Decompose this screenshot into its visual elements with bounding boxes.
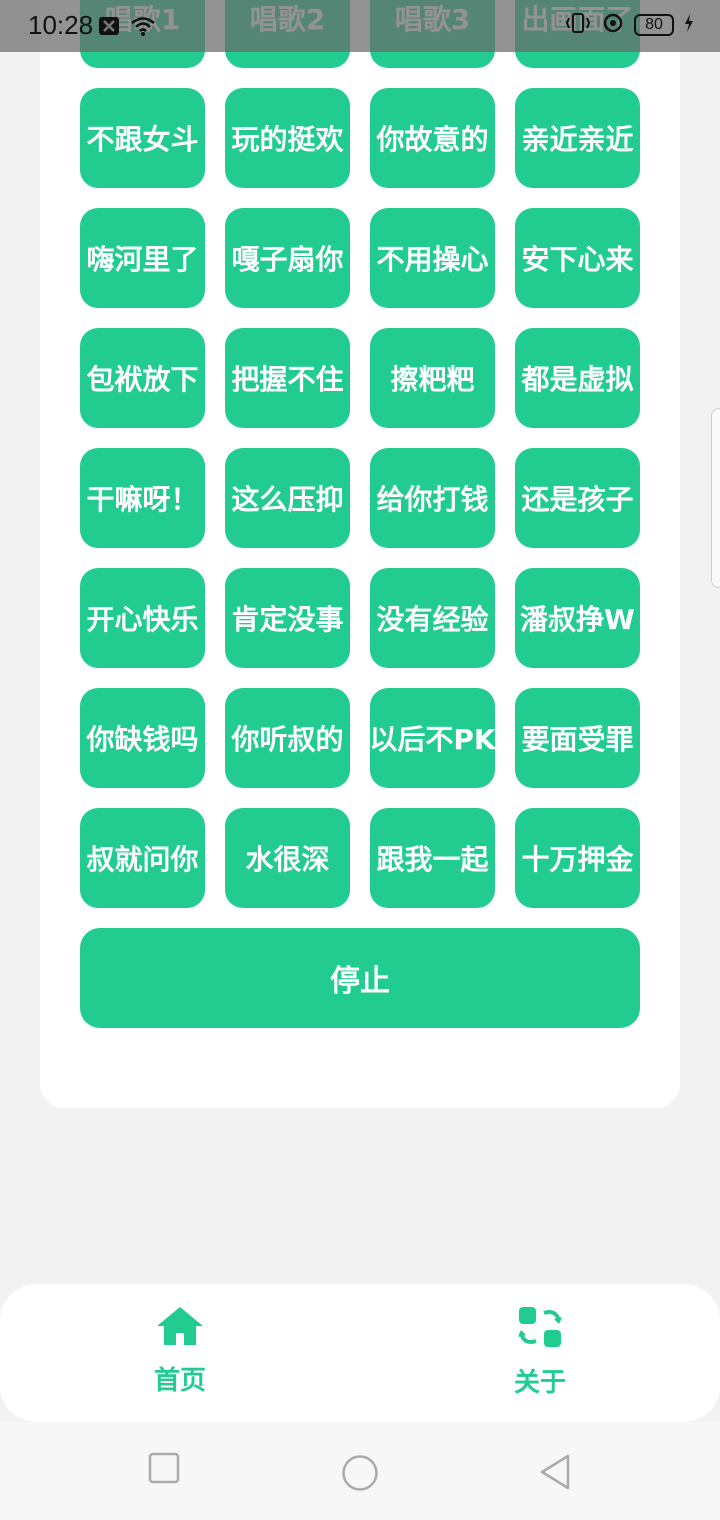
sound-button[interactable]: 水很深 [225,808,350,908]
sound-button[interactable]: 你听叔的 [225,688,350,788]
sound-button[interactable]: 不跟女斗 [80,88,205,188]
sync-icon [602,12,624,38]
sound-button[interactable]: 把握不住 [225,328,350,428]
sound-button[interactable]: 亲近亲近 [515,88,640,188]
nav-about-label: 关于 [513,1368,566,1398]
sound-button[interactable]: 嗨河里了 [80,208,205,308]
home-circle-icon[interactable] [341,1454,379,1496]
nav-home[interactable]: 首页 [120,1304,240,1404]
sound-button[interactable]: 给你打钱 [370,448,495,548]
status-bar: 10:28 80 [0,0,720,52]
stop-button[interactable]: 停止 [80,928,640,1028]
notification-x-icon [98,16,120,40]
sound-button[interactable]: 嘎子扇你 [225,208,350,308]
vibrate-icon [564,12,592,38]
sound-button[interactable]: 玩的挺欢 [225,88,350,188]
battery-indicator: 80 [634,14,674,36]
sound-button[interactable]: 跟我一起 [370,808,495,908]
sound-button[interactable]: 没有经验 [370,568,495,668]
edge-panel-handle[interactable] [711,408,720,588]
nav-about[interactable]: 关于 [480,1304,600,1404]
app-screen: 唱歌1唱歌2唱歌3出画面了不跟女斗玩的挺欢你故意的亲近亲近嗨河里了嘎子扇你不用操… [0,0,720,1520]
back-triangle-icon[interactable] [538,1454,574,1494]
charging-icon [684,14,694,36]
sound-button[interactable]: 你故意的 [370,88,495,188]
bottom-nav: 首页 关于 [0,1284,720,1422]
sound-button[interactable]: 不用操心 [370,208,495,308]
sound-button[interactable]: 都是虚拟 [515,328,640,428]
sound-button[interactable]: 要面受罪 [515,688,640,788]
sound-button[interactable]: 这么压抑 [225,448,350,548]
sound-button[interactable]: 你缺钱吗 [80,688,205,788]
sound-button[interactable]: 擦粑粑 [370,328,495,428]
sound-button[interactable]: 包袱放下 [80,328,205,428]
sound-button[interactable]: 叔就问你 [80,808,205,908]
sound-button[interactable]: 还是孩子 [515,448,640,548]
home-icon [154,1304,206,1352]
sound-button[interactable]: 十万押金 [515,808,640,908]
system-nav-bar [0,1422,720,1520]
sound-button[interactable]: 安下心来 [515,208,640,308]
status-time: 10:28 [28,10,94,40]
sound-button[interactable]: 干嘛呀！ [80,448,205,548]
sound-button[interactable]: 开心快乐 [80,568,205,668]
sound-button[interactable]: 潘叔挣W [515,568,640,668]
recent-apps-icon[interactable] [148,1452,180,1488]
nav-home-label: 首页 [153,1366,206,1396]
wifi-icon [130,16,156,40]
sound-button[interactable]: 肯定没事 [225,568,350,668]
sound-button[interactable]: 以后不PK [369,688,496,788]
swap-grid-icon [516,1304,564,1354]
